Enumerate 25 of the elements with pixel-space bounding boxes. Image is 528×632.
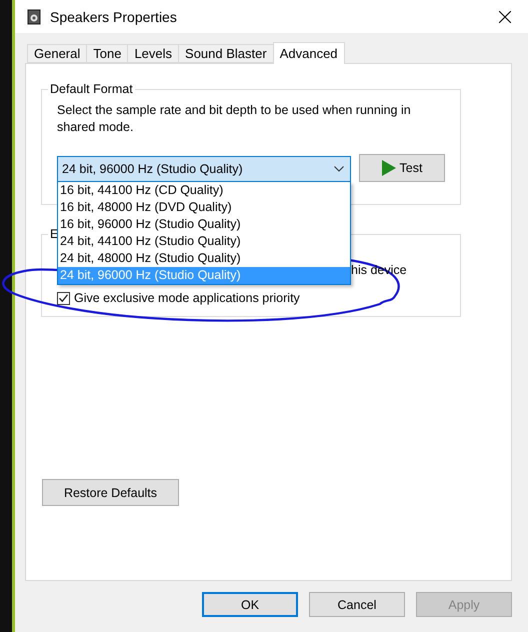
format-dropdown[interactable]: 24 bit, 96000 Hz (Studio Quality) — [57, 156, 351, 182]
group-title: Default Format — [49, 82, 134, 96]
tab[interactable]: Sound Blaster — [178, 44, 274, 63]
dialog-button[interactable]: OK — [202, 592, 298, 617]
window-title: Speakers Properties — [50, 8, 178, 24]
dialog-button[interactable]: Cancel — [309, 592, 405, 617]
close-icon — [499, 10, 511, 22]
dropdown-option[interactable]: 16 bit, 44100 Hz (CD Quality) — [58, 182, 350, 199]
test-button[interactable]: Test — [359, 154, 445, 182]
dropdown-option[interactable]: 24 bit, 44100 Hz (Studio Quality) — [58, 233, 350, 250]
play-icon — [382, 160, 396, 176]
checkbox-label: Give exclusive mode applications priority — [74, 291, 300, 305]
restore-defaults-button[interactable]: Restore Defaults — [42, 479, 179, 506]
dropdown-option[interactable]: 16 bit, 48000 Hz (DVD Quality) — [58, 199, 350, 216]
dropdown-option[interactable]: 24 bit, 48000 Hz (Studio Quality) — [58, 250, 350, 267]
tab[interactable]: General — [27, 44, 88, 63]
chevron-icon — [334, 166, 344, 172]
speaker-icon — [27, 8, 41, 24]
dropdown-option[interactable]: 16 bit, 96000 Hz (Studio Quality) — [58, 216, 350, 233]
tab[interactable]: Tone — [86, 44, 128, 63]
description-text: Select the sample rate and bit depth to be used when running in shared mode. — [57, 102, 412, 136]
checkbox[interactable] — [57, 292, 70, 304]
tab[interactable]: Advanced — [272, 42, 345, 64]
tab[interactable]: Levels — [127, 44, 180, 63]
check-icon — [59, 294, 68, 302]
